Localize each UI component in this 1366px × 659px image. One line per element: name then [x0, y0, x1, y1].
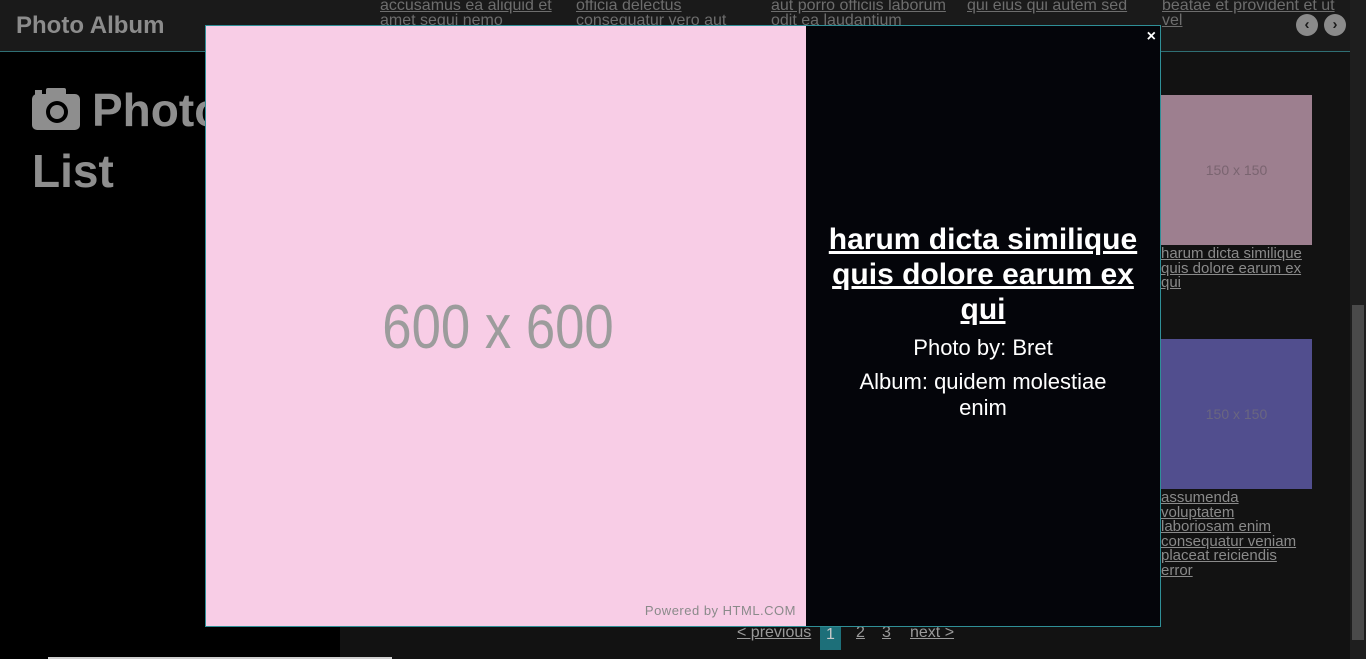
photo-caption-link[interactable]: qui eius qui autem sed: [967, 0, 1147, 14]
photo-caption-link[interactable]: accusamus ea aliquid et amet sequi nemo: [380, 0, 560, 29]
lightbox-modal: 600 x 600 Powered by HTML.COM harum dict…: [205, 25, 1161, 627]
photo-title-link[interactable]: harum dicta similique quis dolore earum …: [823, 222, 1143, 327]
lightbox-info: harum dicta similique quis dolore earum …: [806, 26, 1160, 626]
photo-caption-link[interactable]: harum dicta similique quis dolore earum …: [1161, 246, 1311, 291]
scrollbar-thumb[interactable]: [1352, 305, 1364, 640]
photo-thumbnail[interactable]: 150 x 150: [1161, 95, 1312, 245]
photo-author: Photo by: Bret: [913, 334, 1053, 360]
close-icon[interactable]: ×: [1147, 29, 1156, 45]
photo-caption-link[interactable]: aut porro officiis laborum odit ea lauda…: [771, 0, 951, 29]
chevron-left-icon[interactable]: ‹: [1296, 14, 1318, 36]
scrollbar[interactable]: [1350, 0, 1366, 659]
brand-title[interactable]: Photo Album: [16, 12, 164, 40]
photo-thumbnail[interactable]: 150 x 150: [1161, 339, 1312, 489]
powered-by-label[interactable]: Powered by HTML.COM: [645, 603, 796, 618]
thumbnail-size-label: 150 x 150: [1205, 162, 1268, 178]
photo-caption-link[interactable]: assumenda voluptatem laboriosam enim con…: [1161, 490, 1311, 578]
chevron-right-icon[interactable]: ›: [1324, 14, 1346, 36]
page-title-line2: List: [32, 145, 114, 197]
camera-icon: [32, 86, 80, 143]
photo-album: Album: quidem molestiae enim: [859, 368, 1107, 420]
lightbox-image: 600 x 600 Powered by HTML.COM: [206, 26, 806, 626]
page-title-line1: Photo: [92, 84, 223, 136]
image-size-label: 600 x 600: [382, 293, 614, 362]
thumbnail-size-label: 150 x 150: [1205, 406, 1268, 422]
